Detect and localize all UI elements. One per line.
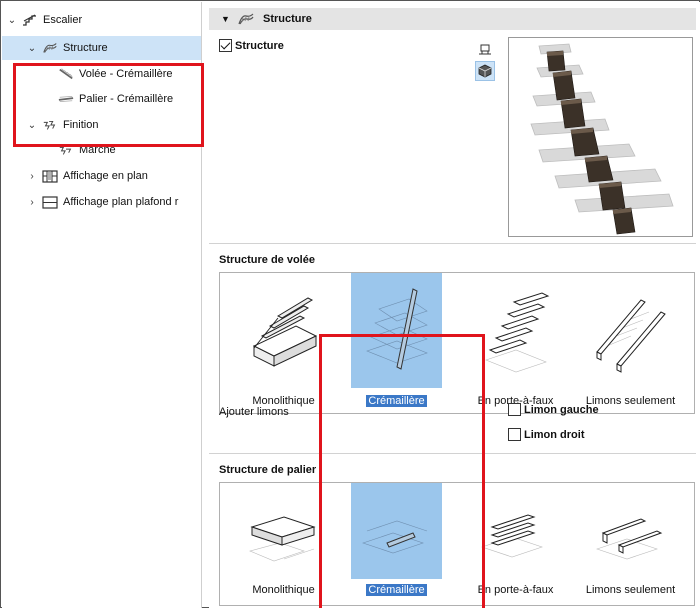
floor-plan-icon [42, 169, 58, 183]
tree-item-label: Palier - Crémaillère [79, 93, 174, 105]
tree-item-marche[interactable]: Marche [2, 138, 201, 162]
stair-icon [22, 13, 38, 27]
flight-option-cremaillere[interactable]: Crémaillère [351, 273, 442, 415]
chevron-right-icon[interactable]: › [26, 171, 38, 182]
landing-structure-options: Monolithique Crémaillère En porte-à-faux… [219, 482, 695, 606]
structure-checkbox-row[interactable]: Structure [219, 39, 284, 52]
divider [209, 243, 696, 244]
landing-option-en-porte-a-faux[interactable]: En porte-à-faux [470, 483, 561, 607]
stringer-flight-icon [58, 67, 74, 81]
2d-view-icon [479, 44, 491, 54]
limon-gauche-label: Limon gauche [524, 403, 599, 416]
flight-option-limons-seulement[interactable]: Limons seulement [585, 273, 676, 415]
view-toggle-group [475, 39, 495, 83]
limon-droit-label: Limon droit [524, 428, 585, 441]
tree-item-affichage-plan-plafond[interactable]: › Affichage plan plafond r [2, 190, 201, 214]
monolithic-stair-icon [238, 273, 329, 388]
ceiling-plan-icon [42, 195, 58, 209]
stringer-stair-icon [351, 273, 442, 388]
finish-icon [42, 118, 58, 132]
monolithic-landing-icon [238, 483, 329, 579]
structure-panel: ▼ Structure Structure Structure de volée… [209, 2, 700, 608]
flight-structure-options: Monolithique Crémaillère En porte-à-faux… [219, 272, 695, 414]
tree-item-palier-cremaillere[interactable]: Palier - Crémaillère [2, 87, 201, 111]
add-stringers-label: Ajouter limons [219, 406, 289, 418]
tree-item-label: Affichage plan plafond r [63, 196, 179, 208]
structure-icon [42, 41, 58, 55]
cantilever-stair-icon [470, 273, 561, 388]
limon-gauche-row[interactable]: Limon gauche [508, 403, 599, 416]
tree-item-label: Volée - Crémaillère [79, 68, 173, 80]
settings-tree: ⌄ Escalier ⌄ Structure Volée - Crémaillè… [2, 2, 202, 608]
3d-view-icon [478, 64, 492, 78]
limon-gauche-checkbox[interactable] [508, 403, 521, 416]
landing-option-monolithique[interactable]: Monolithique [238, 483, 329, 607]
section-header-structure[interactable]: ▼ Structure [209, 8, 696, 30]
tree-item-label: Escalier [43, 14, 83, 26]
flight-structure-title: Structure de volée [219, 254, 315, 266]
stringer-landing-icon [58, 92, 74, 106]
caret-down-icon[interactable]: ▼ [221, 14, 231, 24]
tree-item-affichage-en-plan[interactable]: › Affichage en plan [2, 164, 201, 188]
tree-item-finition[interactable]: ⌄ Finition [2, 113, 201, 137]
tree-item-label: Finition [63, 119, 99, 131]
option-label: Crémaillère [366, 395, 427, 407]
chevron-down-icon[interactable]: ⌄ [6, 15, 18, 26]
tree-item-structure[interactable]: ⌄ Structure [2, 36, 201, 60]
limon-droit-row[interactable]: Limon droit [508, 428, 585, 441]
stringers-only-stair-icon [585, 273, 676, 388]
landing-option-limons-seulement[interactable]: Limons seulement [585, 483, 676, 607]
structure-checkbox-label: Structure [235, 39, 284, 52]
structure-icon [237, 12, 255, 26]
section-title: Structure [263, 13, 312, 25]
option-label: Crémaillère [366, 584, 427, 596]
settings-window: ⌄ Escalier ⌄ Structure Volée - Crémaillè… [0, 0, 700, 608]
divider [209, 453, 696, 454]
landing-structure-title: Structure de palier [219, 464, 317, 476]
tree-item-label: Marche [79, 144, 116, 156]
stringer-landing-icon [351, 483, 442, 579]
option-label: Limons seulement [585, 584, 676, 596]
flight-option-monolithique[interactable]: Monolithique [238, 273, 329, 415]
chevron-right-icon[interactable]: › [26, 197, 38, 208]
structure-checkbox[interactable] [219, 39, 232, 52]
chevron-down-icon[interactable]: ⌄ [26, 43, 38, 54]
tread-icon [58, 143, 74, 157]
tree-item-volee-cremaillere[interactable]: Volée - Crémaillère [2, 62, 201, 86]
stair-3d-preview [508, 37, 693, 237]
option-label: Monolithique [252, 584, 315, 596]
option-label: En porte-à-faux [477, 584, 554, 596]
tree-item-label: Affichage en plan [63, 170, 148, 182]
chevron-down-icon[interactable]: ⌄ [26, 120, 38, 131]
limon-droit-checkbox[interactable] [508, 428, 521, 441]
3d-view-button[interactable] [475, 61, 495, 81]
tree-item-escalier[interactable]: ⌄ Escalier [2, 8, 201, 32]
stringers-only-landing-icon [585, 483, 676, 579]
flight-option-en-porte-a-faux[interactable]: En porte-à-faux [470, 273, 561, 415]
tree-item-label: Structure [63, 42, 108, 54]
cantilever-landing-icon [470, 483, 561, 579]
landing-option-cremaillere[interactable]: Crémaillère [351, 483, 442, 607]
2d-view-button[interactable] [475, 39, 495, 59]
